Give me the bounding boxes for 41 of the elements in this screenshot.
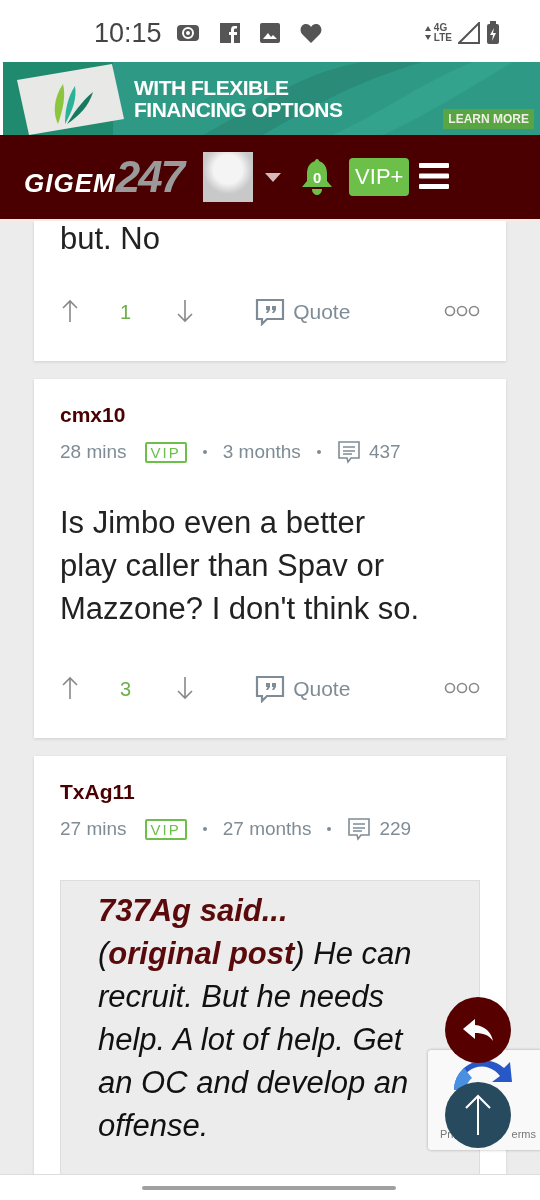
home-handle[interactable] (142, 1186, 396, 1190)
site-logo[interactable]: GIGEM247 (24, 152, 184, 202)
vip-badge: VIP (144, 818, 187, 840)
terms-link[interactable]: erms (511, 1128, 536, 1140)
facebook-icon (219, 23, 240, 43)
menu-icon[interactable] (419, 162, 450, 192)
ad-banner[interactable]: WITH FLEXIBLE FINANCING OPTIONS LEARN MORE (3, 62, 540, 135)
quote-icon (255, 675, 286, 703)
data-arrows-icon (423, 25, 432, 41)
vip-badge: VIP (144, 441, 187, 463)
vip-button[interactable]: VIP+ (349, 158, 410, 196)
quote-button[interactable]: Quote (255, 298, 351, 326)
quote-text: (original post) He can recruit. But he needs help. A lot of help. Get an OC and develop an offense. (98, 935, 413, 1145)
member-tenure: 3 months (222, 441, 301, 463)
battery-icon (486, 21, 500, 45)
member-tenure: 27 months (222, 818, 312, 840)
comment-icon (347, 817, 372, 841)
caret-icon[interactable] (265, 172, 282, 182)
post-count: 437 (368, 441, 401, 463)
post-text: but. No (60, 221, 161, 257)
clock: 10:15 (94, 17, 162, 49)
username[interactable]: cmx10 (60, 403, 480, 427)
quote-icon (255, 298, 286, 326)
post-time: 28 mins (60, 441, 127, 463)
network-type: 4G LTE (433, 23, 452, 43)
image-icon (259, 23, 280, 43)
quote-button[interactable]: Quote (255, 675, 351, 703)
comment-icon (336, 440, 361, 464)
vote-count: 1 (120, 300, 132, 324)
vote-count: 3 (120, 677, 132, 701)
learn-more-button[interactable]: LEARN MORE (443, 109, 534, 129)
post-time: 27 mins (60, 818, 127, 840)
post-text: Is Jimbo even a better play caller than Spav or Mazzone? I don't think so. (60, 504, 421, 628)
signal-icon (458, 22, 480, 44)
radio-icon (175, 23, 200, 43)
username[interactable]: TxAg11 (60, 780, 480, 804)
heart-icon (299, 23, 322, 43)
arrow-up-icon (463, 1093, 493, 1137)
post-count: 229 (379, 818, 412, 840)
ad-headline: WITH FLEXIBLE FINANCING OPTIONS (134, 76, 343, 121)
quote-author: 737Ag said... (98, 892, 289, 930)
